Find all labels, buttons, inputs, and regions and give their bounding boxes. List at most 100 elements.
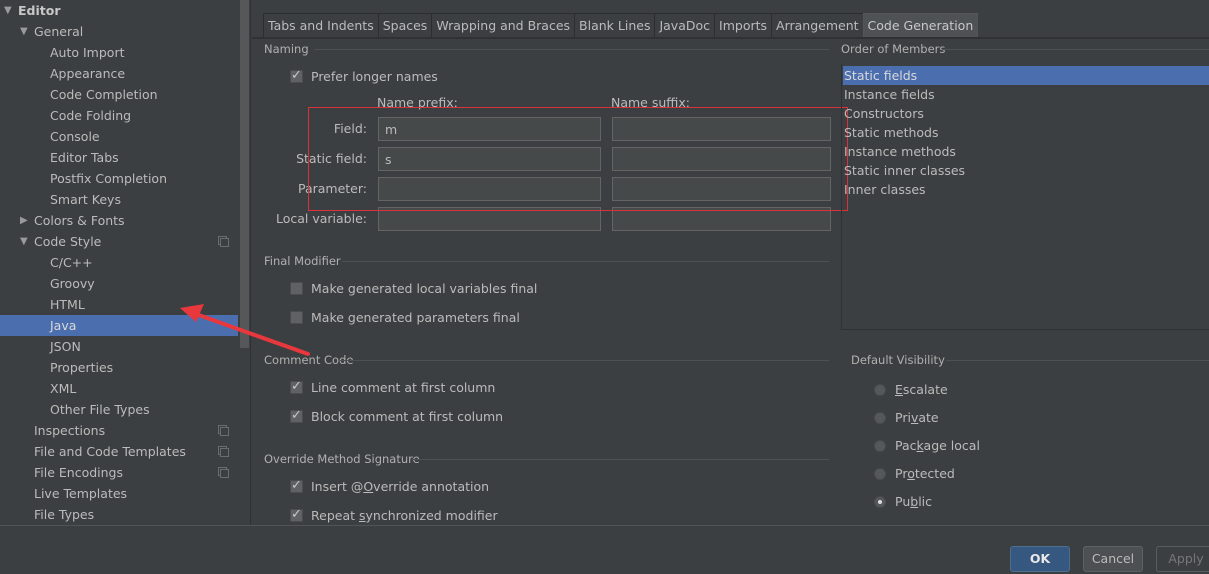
checkbox-label: Repeat synchronized modifier	[311, 508, 498, 523]
sidebar-item-file-and-code-templates[interactable]: File and Code Templates	[0, 441, 238, 462]
naming-row-label: Field:	[333, 121, 367, 136]
order-item-constructors[interactable]: Constructors	[843, 104, 1209, 123]
sidebar-item-general[interactable]: ▼ General	[0, 21, 238, 42]
sidebar-item-other-file-types[interactable]: Other File Types	[0, 399, 238, 420]
order-item-instance-fields[interactable]: Instance fields	[843, 85, 1209, 104]
radio-label: Private	[895, 410, 939, 425]
sidebar-item-properties[interactable]: Properties	[0, 357, 238, 378]
sidebar-item-file-encodings[interactable]: File Encodings	[0, 462, 238, 483]
override-signature-divider	[412, 459, 829, 460]
sidebar-scrollbar[interactable]	[240, 0, 249, 348]
sidebar-item-java[interactable]: Java	[0, 315, 238, 336]
comment-code-divider	[340, 360, 829, 361]
name-suffix-header: Name suffix:	[611, 95, 690, 110]
settings-tree: ▼ Editor ▼ General Auto Import Appearance Code…	[0, 0, 251, 525]
expanded-arrow-icon[interactable]: ▼	[4, 0, 12, 21]
sidebar-item-auto-import[interactable]: Auto Import	[0, 42, 238, 63]
sidebar-item-live-templates[interactable]: Live Templates	[0, 483, 238, 504]
prefer-longer-names-label: Prefer longer names	[311, 69, 438, 84]
order-item-static-methods[interactable]: Static methods	[843, 123, 1209, 142]
name-suffix-input[interactable]	[612, 207, 831, 231]
sidebar-item-label: Appearance	[50, 66, 126, 81]
name-suffix-input[interactable]	[612, 177, 831, 201]
order-item-inner-classes[interactable]: Inner classes	[843, 180, 1209, 199]
tab-underline	[252, 37, 1209, 39]
order-item-static-fields[interactable]: Static fields	[843, 66, 1209, 85]
name-prefix-input[interactable]	[378, 147, 601, 171]
naming-row-label: Parameter:	[297, 181, 367, 196]
checkbox-icon[interactable]	[290, 67, 303, 85]
sidebar-item-html[interactable]: HTML	[0, 294, 238, 315]
radio-label: Public	[895, 494, 933, 509]
tab-arrangement[interactable]: Arrangement	[771, 13, 863, 38]
checkbox-icon[interactable]	[290, 407, 303, 425]
sidebar-item-code-style[interactable]: ▼ Code Style	[0, 231, 238, 252]
default-visibility-divider	[946, 360, 1209, 361]
tab-wrapping-and-braces[interactable]: Wrapping and Braces	[431, 13, 575, 38]
naming-title: Naming	[264, 42, 309, 56]
name-suffix-input[interactable]	[612, 117, 831, 141]
final-modifier-divider	[342, 261, 829, 262]
project-scope-icon	[218, 236, 229, 247]
naming-row-label: Local variable:	[275, 211, 367, 226]
checkbox-label: Line comment at first column	[311, 380, 496, 395]
sidebar-item-label: Properties	[50, 360, 114, 375]
sidebar-item-editor-tabs[interactable]: Editor Tabs	[0, 147, 238, 168]
tab-imports[interactable]: Imports	[714, 13, 772, 38]
radio-label: Escalate	[895, 382, 948, 397]
sidebar-item-code-completion[interactable]: Code Completion	[0, 84, 238, 105]
sidebar-item-colors-fonts[interactable]: ▶ Colors & Fonts	[0, 210, 238, 231]
tab-tabs-and-indents[interactable]: Tabs and Indents	[263, 13, 378, 38]
sidebar-item-inspections[interactable]: Inspections	[0, 420, 238, 441]
sidebar-item-console[interactable]: Console	[0, 126, 238, 147]
sidebar-item-xml[interactable]: XML	[0, 378, 238, 399]
checkbox-icon[interactable]	[290, 477, 303, 495]
apply-button[interactable]: Apply	[1156, 546, 1209, 572]
radio-icon[interactable]	[874, 468, 886, 480]
tab-spaces[interactable]: Spaces	[377, 13, 432, 38]
sidebar-item-code-folding[interactable]: Code Folding	[0, 105, 238, 126]
sidebar-item-smart-keys[interactable]: Smart Keys	[0, 189, 238, 210]
checkbox-icon[interactable]	[290, 311, 303, 324]
sidebar-item-label: JSON	[50, 339, 81, 354]
radio-icon[interactable]	[874, 412, 886, 424]
checkbox-icon[interactable]	[290, 378, 303, 396]
checkbox-label: Make generated parameters final	[311, 310, 520, 325]
radio-icon[interactable]	[874, 440, 886, 452]
name-prefix-input[interactable]	[378, 117, 601, 141]
ok-button[interactable]: OK	[1010, 546, 1070, 572]
checkbox-icon[interactable]	[290, 282, 303, 295]
radio-icon[interactable]	[874, 496, 886, 508]
radio-label: Package local	[895, 438, 980, 453]
sidebar-item-label: HTML	[50, 297, 85, 312]
sidebar-item-label: Console	[50, 129, 100, 144]
order-item-instance-methods[interactable]: Instance methods	[843, 142, 1209, 161]
sidebar-item-editor[interactable]: ▼ Editor	[0, 0, 238, 21]
sidebar-item-postfix-completion[interactable]: Postfix Completion	[0, 168, 238, 189]
sidebar-item-c-c-[interactable]: C/C++	[0, 252, 238, 273]
sidebar-item-appearance[interactable]: Appearance	[0, 63, 238, 84]
cancel-button[interactable]: Cancel	[1083, 546, 1143, 572]
sidebar-item-label: Code Completion	[50, 87, 158, 102]
collapsed-arrow-icon[interactable]: ▶	[20, 210, 28, 231]
tab-javadoc[interactable]: JavaDoc	[654, 13, 715, 38]
order-item-static-inner-classes[interactable]: Static inner classes	[843, 161, 1209, 180]
order-of-members-list[interactable]: Static fields Instance fields Constructors…	[841, 64, 1209, 330]
sidebar-item-groovy[interactable]: Groovy	[0, 273, 238, 294]
checkbox-label: Insert @Override annotation	[311, 479, 490, 494]
sidebar-item-json[interactable]: JSON	[0, 336, 238, 357]
default-visibility-title: Default Visibility	[851, 353, 945, 367]
expanded-arrow-icon[interactable]: ▼	[20, 231, 28, 252]
name-prefix-input[interactable]	[378, 207, 601, 231]
project-scope-icon	[218, 446, 229, 457]
tab-blank-lines[interactable]: Blank Lines	[574, 13, 655, 38]
name-prefix-input[interactable]	[378, 177, 601, 201]
expanded-arrow-icon[interactable]: ▼	[20, 21, 28, 42]
radio-icon[interactable]	[874, 384, 886, 396]
order-of-members-title: Order of Members	[841, 42, 946, 56]
sidebar-item-label: Auto Import	[50, 45, 125, 60]
name-suffix-input[interactable]	[612, 147, 831, 171]
tab-code-generation[interactable]: Code Generation	[862, 13, 979, 38]
sidebar-item-file-types[interactable]: File Types	[0, 504, 238, 525]
checkbox-icon[interactable]	[290, 506, 303, 524]
